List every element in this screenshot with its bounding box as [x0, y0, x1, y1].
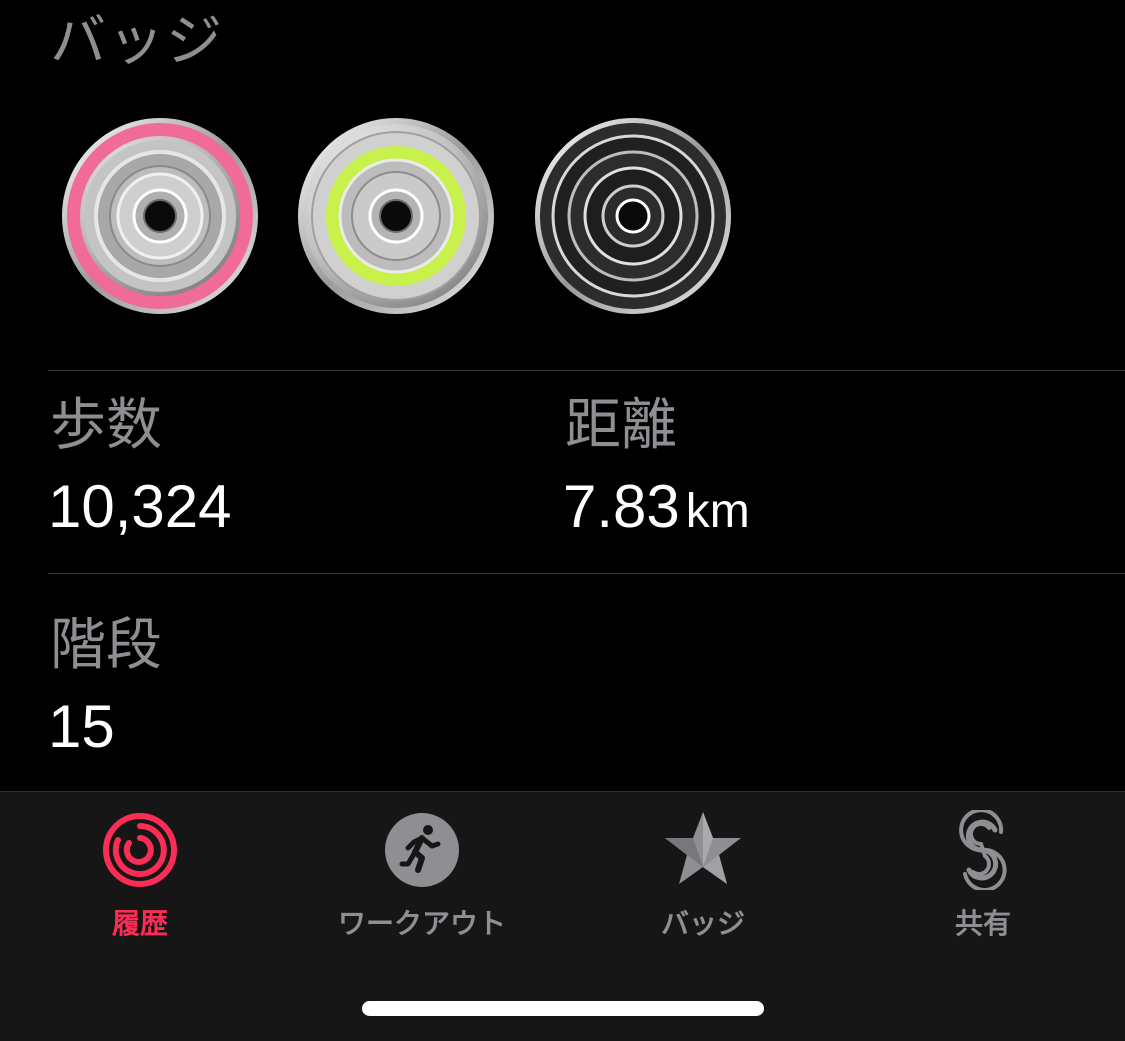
move-badge-icon: [62, 118, 258, 314]
tab-badges-label: バッジ: [660, 907, 745, 940]
tab-sharing[interactable]: 共有: [843, 792, 1123, 952]
flights-label: 階段: [50, 613, 162, 678]
divider: [48, 370, 1125, 371]
move-badge[interactable]: [60, 116, 260, 316]
tab-history[interactable]: 履歴: [0, 792, 280, 952]
badges-row: [60, 116, 760, 316]
tab-history-label: 履歴: [111, 907, 168, 940]
flights-value: 15: [48, 693, 115, 760]
divider: [48, 573, 1125, 574]
badges-section-title: バッジ: [50, 9, 224, 74]
tab-badges[interactable]: バッジ: [563, 792, 843, 952]
distance-number: 7.83: [563, 473, 680, 540]
exercise-badge[interactable]: [296, 116, 496, 316]
distance-label: 距離: [565, 393, 677, 458]
distance-value: 7.83 km: [563, 477, 750, 537]
tab-workout-label: ワークアウト: [337, 907, 506, 940]
activity-rings-icon: [103, 813, 177, 887]
stand-badge-icon: [535, 118, 731, 314]
star-award-icon: [665, 812, 741, 884]
steps-value: 10,324: [48, 473, 232, 540]
tab-workout[interactable]: ワークアウト: [282, 792, 562, 952]
tab-sharing-label: 共有: [954, 907, 1011, 940]
exercise-badge-icon: [298, 118, 494, 314]
steps-label: 歩数: [50, 393, 162, 458]
home-indicator[interactable]: [362, 1001, 764, 1016]
distance-unit: km: [685, 485, 750, 538]
sharing-s-icon: [959, 810, 1007, 890]
running-figure-icon: [385, 813, 459, 887]
stand-badge[interactable]: [533, 116, 733, 316]
